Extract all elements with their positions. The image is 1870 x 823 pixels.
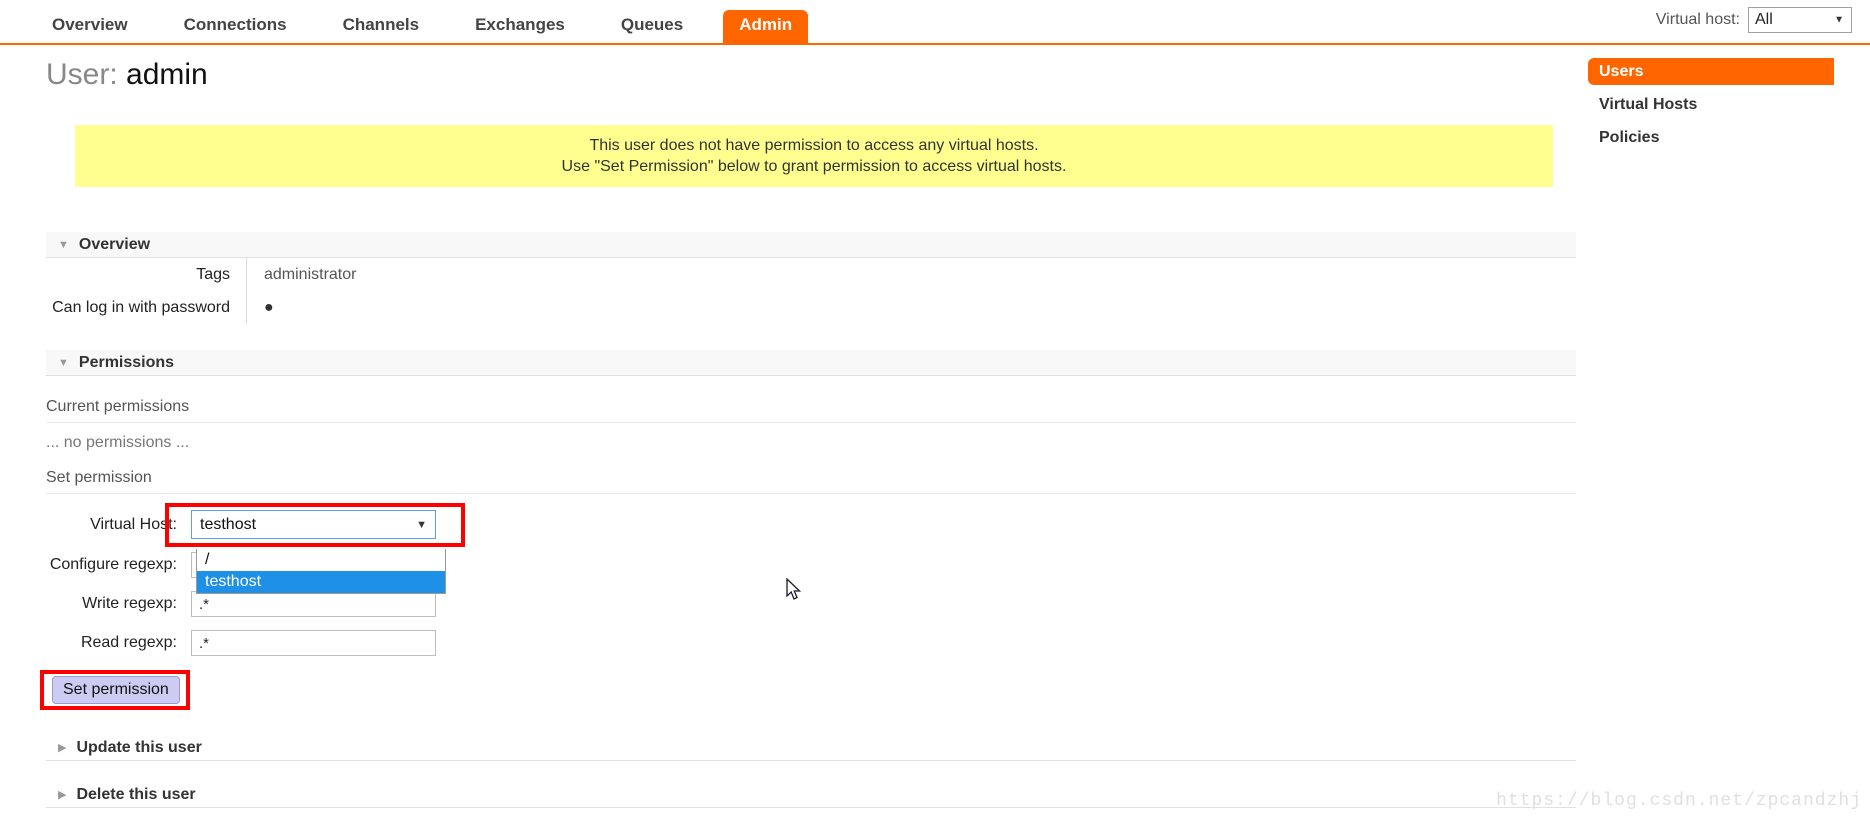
form-row-write-regexp: Write regexp: .*	[46, 591, 436, 617]
overview-row-tags: Tags administrator	[46, 258, 1576, 291]
dropdown-option-root[interactable]: /	[197, 549, 445, 571]
dropdown-option-testhost[interactable]: testhost	[197, 571, 445, 593]
virtual-host-label: Virtual host:	[1655, 11, 1740, 28]
sidebar-item-policies[interactable]: Policies	[1588, 124, 1838, 151]
rabbitmq-management-page: Overview Connections Channels Exchanges …	[0, 0, 1870, 823]
overview-key-password: Can log in with password	[52, 298, 230, 316]
write-regexp-input[interactable]: .*	[191, 591, 436, 617]
form-label-write-regexp: Write regexp:	[82, 595, 177, 612]
overview-value-tags: administrator	[264, 265, 357, 283]
triangle-right-icon: ▶	[58, 742, 67, 754]
top-navigation-bar: Overview Connections Channels Exchanges …	[0, 0, 1870, 45]
form-label-read-regexp: Read regexp:	[80, 634, 177, 651]
section-title-delete-user: Delete this user	[76, 785, 196, 803]
virtual-host-form-select[interactable]: testhost ▼	[191, 510, 436, 539]
nav-tab-connections[interactable]: Connections	[168, 10, 303, 43]
page-title: User: admin	[46, 58, 208, 92]
warning-line-1: This user does not have permission to ac…	[589, 137, 1039, 154]
admin-sidebar: Users Virtual Hosts Policies	[1588, 58, 1838, 157]
virtual-host-dropdown-list[interactable]: / testhost	[196, 549, 446, 594]
page-title-prefix: User:	[46, 58, 118, 91]
warning-line-2: Use "Set Permission" below to grant perm…	[561, 158, 1067, 175]
nav-tab-channels[interactable]: Channels	[327, 10, 436, 43]
virtual-host-select[interactable]: All ▼	[1748, 7, 1852, 33]
sidebar-item-users[interactable]: Users	[1588, 58, 1834, 85]
no-permissions-text: ... no permissions ...	[46, 434, 190, 451]
overview-key-tags: Tags	[196, 265, 230, 283]
form-row-read-regexp: Read regexp: .*	[46, 630, 436, 656]
warning-banner: This user does not have permission to ac…	[75, 125, 1553, 187]
chevron-down-icon: ▼	[416, 518, 427, 531]
form-row-virtual-host: Virtual Host: testhost ▼	[46, 510, 436, 539]
set-permission-label: Set permission	[46, 469, 1576, 494]
triangle-down-icon: ▼	[58, 356, 69, 369]
read-regexp-input[interactable]: .*	[191, 630, 436, 656]
form-label-configure-regexp: Configure regexp:	[49, 556, 177, 573]
overview-value-password: ●	[264, 298, 274, 316]
nav-tab-list: Overview Connections Channels Exchanges …	[36, 0, 809, 43]
section-header-update-user[interactable]: ▶ Update this user	[46, 735, 1576, 761]
set-permission-button[interactable]: Set permission	[52, 676, 180, 704]
chevron-down-icon: ▼	[1834, 14, 1844, 26]
mouse-cursor-icon	[786, 578, 802, 600]
nav-tab-exchanges[interactable]: Exchanges	[459, 10, 581, 43]
nav-tab-overview[interactable]: Overview	[36, 10, 144, 43]
nav-tab-admin[interactable]: Admin	[723, 10, 809, 43]
page-title-username: admin	[126, 58, 208, 91]
section-header-overview[interactable]: ▼ Overview	[46, 232, 1576, 258]
section-title-update-user: Update this user	[76, 738, 202, 756]
current-permissions-label: Current permissions	[46, 398, 1576, 423]
virtual-host-picker: Virtual host: All ▼	[1656, 7, 1852, 33]
section-title-overview: Overview	[78, 235, 151, 253]
section-header-delete-user[interactable]: ▶ Delete this user	[46, 782, 1576, 808]
triangle-right-icon: ▶	[58, 789, 67, 801]
form-label-virtual-host: Virtual Host:	[90, 515, 177, 533]
triangle-down-icon: ▼	[58, 238, 69, 251]
watermark-text: https://blog.csdn.net/zpcandzhj	[1496, 791, 1862, 811]
nav-tab-queues[interactable]: Queues	[605, 10, 699, 43]
section-title-permissions: Permissions	[78, 353, 175, 371]
section-header-permissions[interactable]: ▼ Permissions	[46, 350, 1576, 376]
virtual-host-selected-value: All	[1755, 11, 1773, 28]
virtual-host-form-selected-value: testhost	[200, 515, 257, 533]
sidebar-item-virtual-hosts[interactable]: Virtual Hosts	[1588, 91, 1838, 118]
overview-row-password: Can log in with password ●	[46, 291, 1576, 324]
